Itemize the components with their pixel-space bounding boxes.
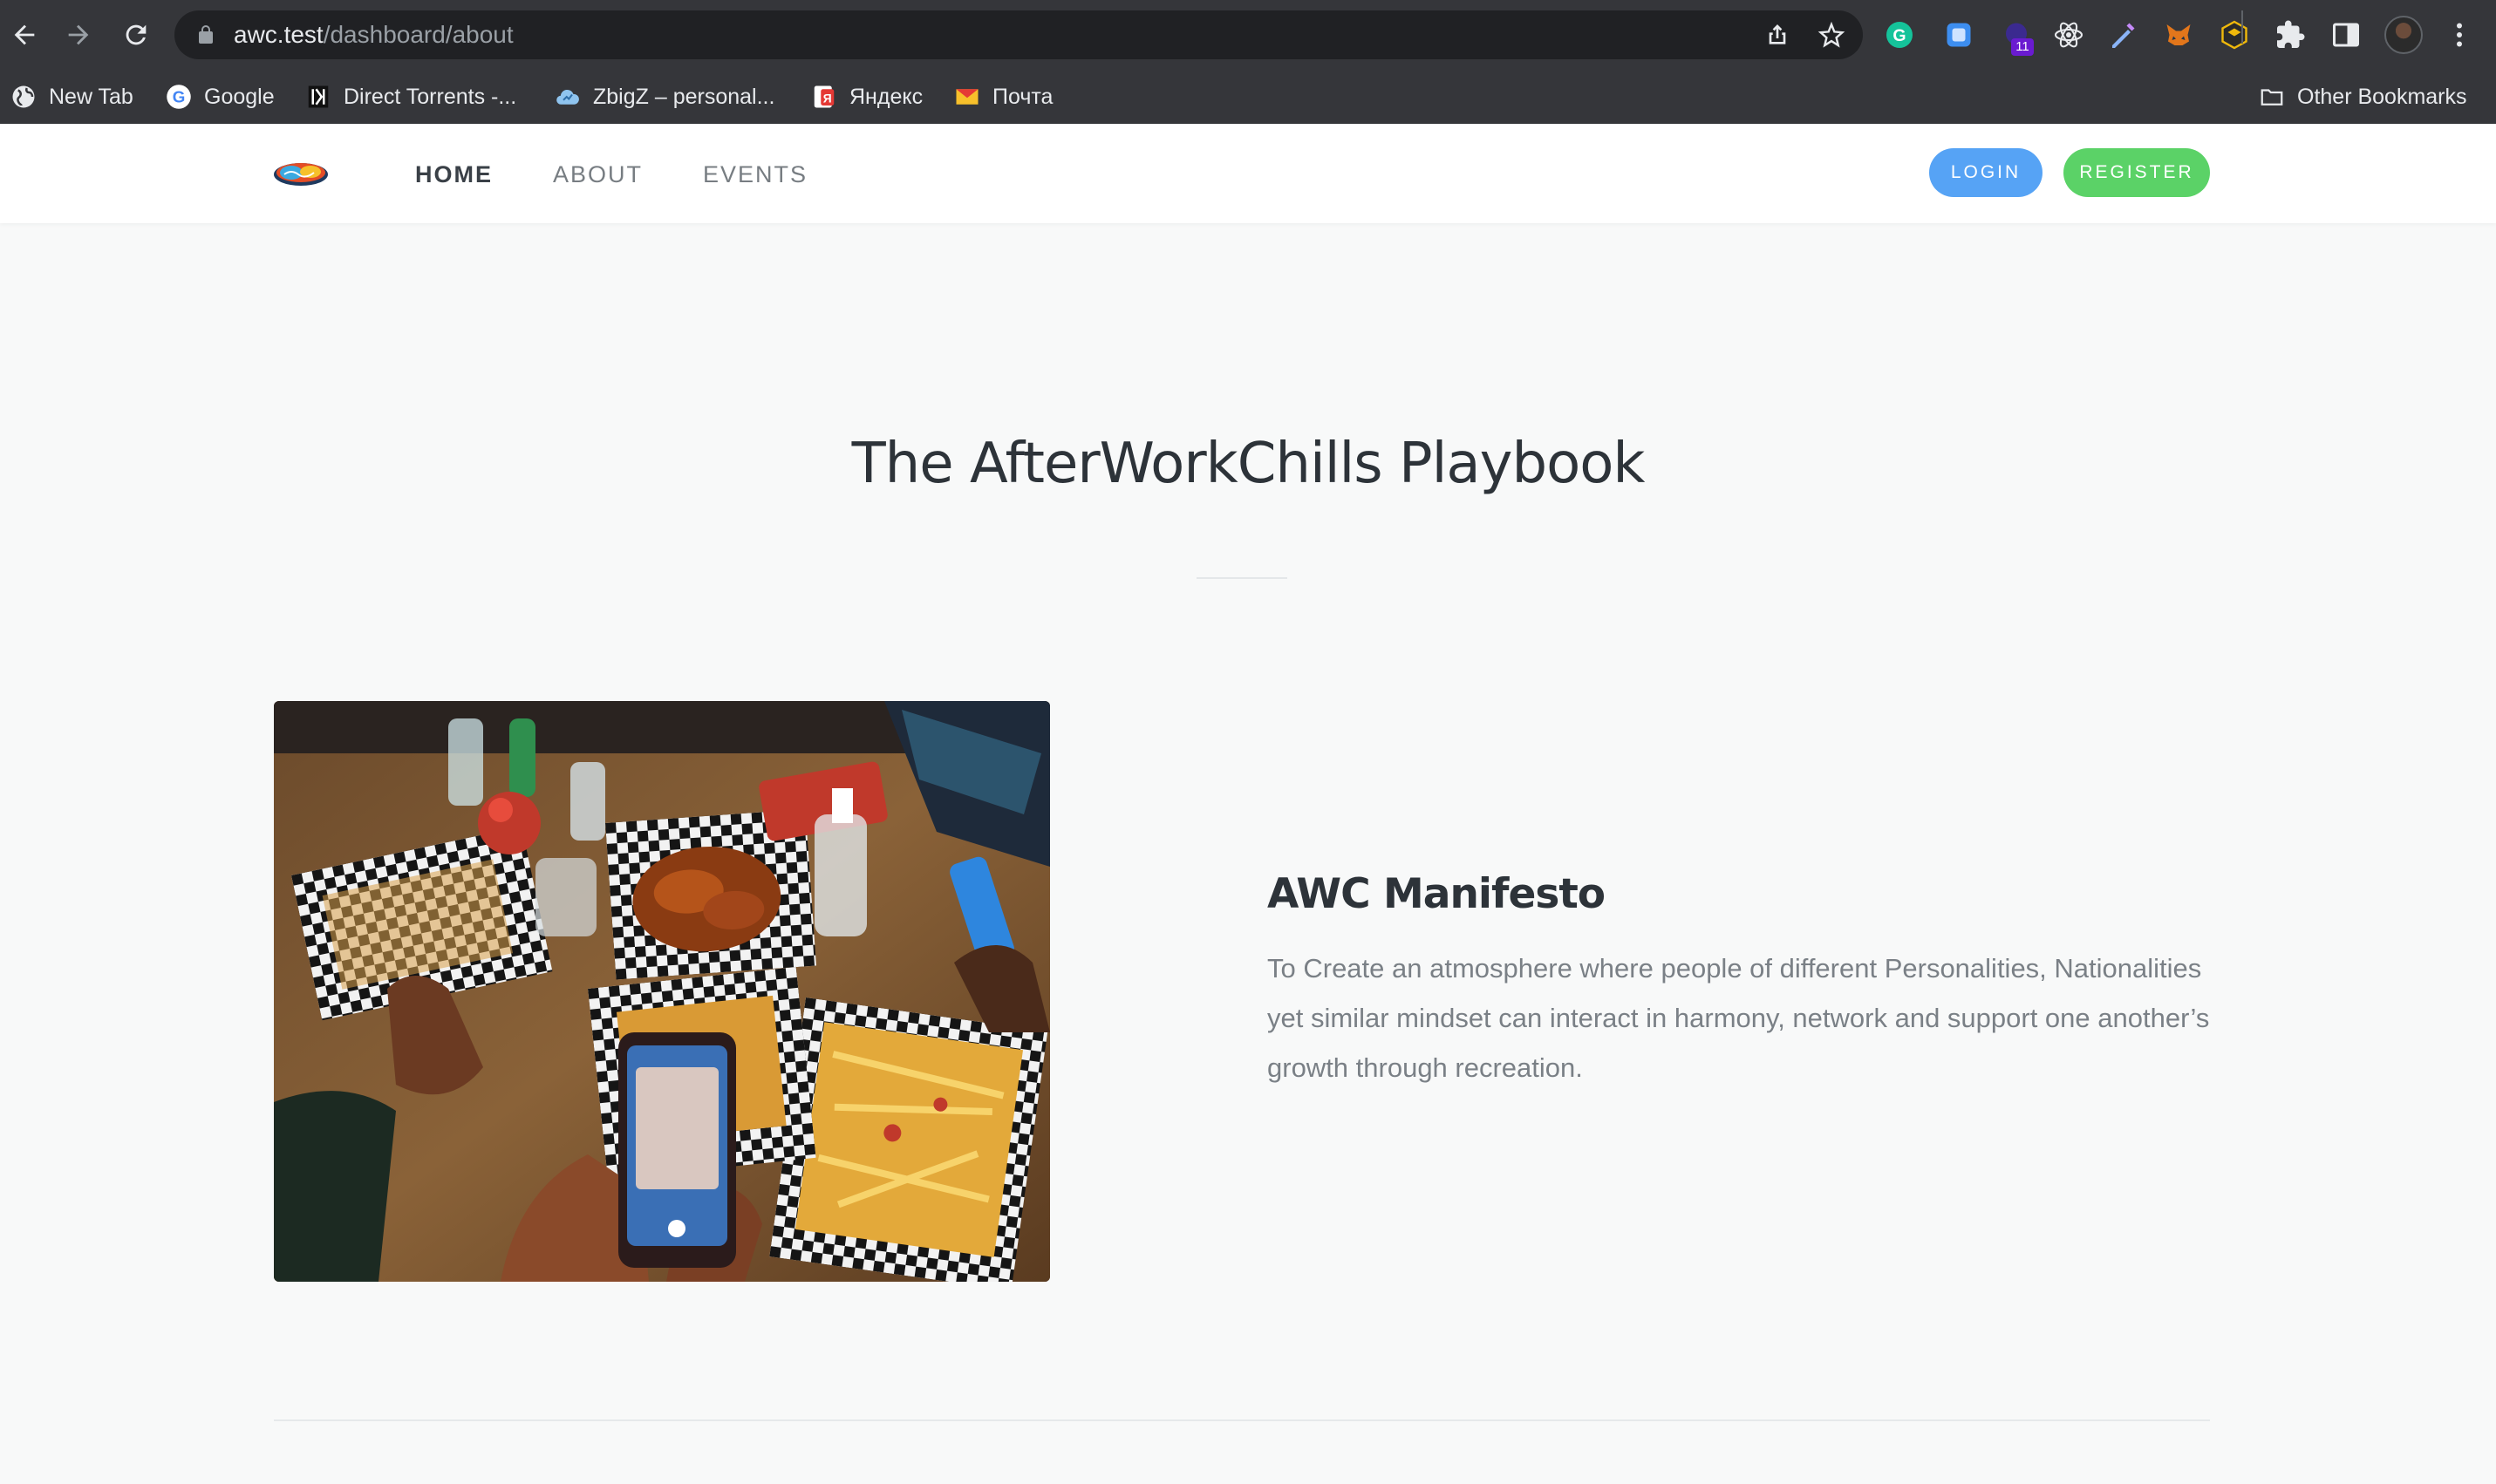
section-body: To Create an atmosphere where people of … (1267, 953, 2210, 1083)
wallet-cube-icon[interactable] (2217, 17, 2252, 52)
section-heading: AWC Manifesto (1267, 870, 1606, 918)
register-button[interactable]: REGISTER (2063, 148, 2210, 197)
globe-icon (10, 84, 37, 110)
bookmark-new-tab[interactable]: New Tab (10, 80, 133, 113)
react-devtools-icon[interactable] (2051, 17, 2086, 52)
browser-chrome: awc.test/dashboard/about G 11 New Tab G … (0, 0, 2496, 124)
bookmark-star-icon[interactable] (1817, 21, 1845, 49)
bookmarks-bar: New Tab G Google Direct Torrents -... Zb… (0, 70, 2496, 124)
grammarly-extension-icon[interactable]: G (1882, 17, 1917, 52)
color-picker-icon[interactable] (2105, 17, 2140, 52)
forward-button[interactable] (56, 12, 101, 58)
reload-icon (126, 24, 147, 45)
folder-icon (2259, 84, 2285, 110)
yandex-icon: Я (811, 84, 837, 110)
page-title: The AfterWorkChills Playbook (851, 432, 1646, 496)
url-host: awc.test (234, 21, 324, 48)
browser-toolbar: awc.test/dashboard/about G 11 (0, 0, 2496, 70)
bookmark-label: Google (204, 84, 275, 109)
profile-avatar[interactable] (2384, 16, 2423, 54)
bookmark-zbigz[interactable]: ZbigZ – personal... (555, 80, 774, 113)
back-button[interactable] (2, 12, 47, 58)
extensions-puzzle-icon[interactable] (2273, 17, 2308, 52)
badge-extension-icon[interactable]: 11 (1999, 17, 2034, 56)
nav-about[interactable]: ABOUT (553, 159, 643, 190)
bookmark-direct-torrents[interactable]: Direct Torrents -... (305, 80, 516, 113)
nav-events[interactable]: EVENTS (703, 159, 808, 190)
torrent-icon (305, 84, 331, 110)
forward-arrow-icon (68, 24, 89, 45)
bookmark-other-bookmarks[interactable]: Other Bookmarks (2259, 80, 2467, 113)
url-text: awc.test/dashboard/about (234, 21, 514, 49)
bookmark-yandex[interactable]: Я Яндекс (811, 80, 923, 113)
lock-icon (199, 25, 213, 44)
browser-menu-icon[interactable] (2442, 17, 2477, 52)
side-panel-icon[interactable] (2329, 17, 2363, 52)
metamask-fox-icon[interactable] (2161, 17, 2196, 52)
site-header: HOME ABOUT EVENTS LOGIN REGISTER (0, 124, 2496, 223)
url-path: /dashboard/about (323, 21, 514, 48)
login-button[interactable]: LOGIN (1929, 148, 2042, 197)
section-divider (274, 1419, 2210, 1421)
mail-icon (954, 84, 980, 110)
title-divider (1197, 577, 1287, 579)
extension-badge: 11 (2011, 38, 2034, 56)
translate-extension-icon[interactable] (1941, 17, 1976, 52)
svg-text:Я: Я (823, 92, 832, 105)
svg-text:G: G (173, 87, 186, 106)
back-arrow-icon (14, 24, 35, 45)
google-icon: G (166, 84, 192, 110)
bookmark-label: New Tab (49, 84, 133, 109)
reload-button[interactable] (113, 12, 159, 58)
nav-home[interactable]: HOME (415, 159, 493, 190)
bookmark-pochta[interactable]: Почта (954, 80, 1053, 113)
share-icon[interactable] (1763, 21, 1791, 49)
bookmark-label: Почта (992, 84, 1054, 109)
svg-text:G: G (1892, 26, 1906, 45)
site-logo[interactable] (272, 155, 330, 190)
bookmark-label: Direct Torrents -... (344, 84, 517, 109)
manifesto-photo (274, 701, 1050, 1282)
bookmark-label: Яндекс (849, 84, 924, 109)
cloud-icon (555, 84, 581, 110)
bookmark-google[interactable]: G Google (166, 80, 275, 113)
bookmark-label: Other Bookmarks (2297, 84, 2467, 109)
bookmark-label: ZbigZ – personal... (593, 84, 775, 109)
bookmarks-separator (2241, 10, 2243, 44)
address-bar[interactable]: awc.test/dashboard/about (174, 10, 1863, 59)
